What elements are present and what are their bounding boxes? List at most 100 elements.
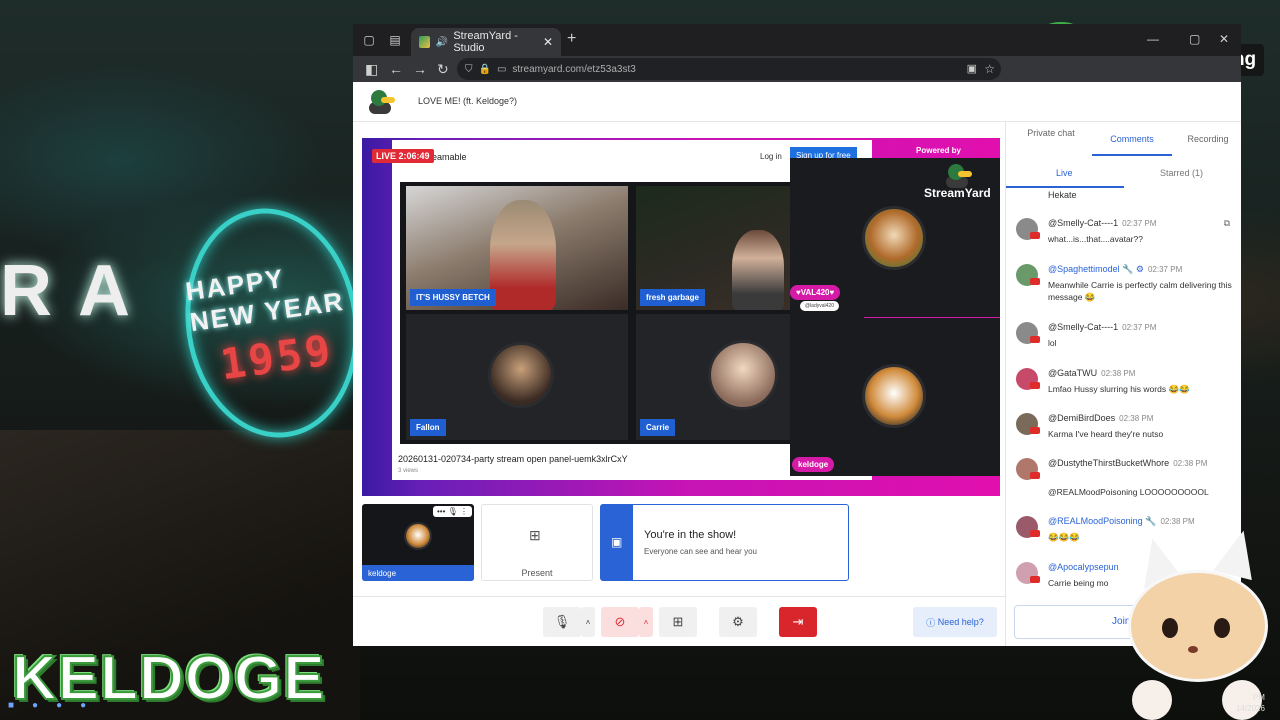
comment-time: 02:37 PM: [1122, 219, 1157, 228]
camera-active-icon: ▭: [496, 63, 507, 75]
taskbar-icons[interactable]: ■●●●: [8, 700, 104, 711]
studio-controls: 🎙 ˄ ⊘ ˄ ⊞ ⚙ ⇥ ⓘ Need help?: [353, 596, 1005, 646]
neon-sign: HAPPY NEW YEAR 1959: [170, 197, 374, 449]
stream-title: LOVE ME! (ft. Keldoge?): [418, 96, 518, 106]
cat-paw-left: [1132, 680, 1172, 720]
tab-recording[interactable]: Recording: [1178, 134, 1238, 144]
streamyard-duck-icon: [946, 164, 972, 188]
in-show-subtitle: Everyone can see and hear you: [644, 547, 757, 556]
comment-author: @Apocalypsepun: [1048, 562, 1119, 572]
url-text: streamyard.com/etz53a3st3: [512, 63, 636, 75]
video-tile-hussy: IT'S HUSSY BETCH: [406, 186, 628, 310]
speaker-icon[interactable]: 🔊: [436, 37, 448, 48]
val-avatar: [862, 206, 926, 270]
address-bar[interactable]: ⛉ 🔒 ▭ streamyard.com/etz53a3st3 ▣ ☆: [457, 58, 1001, 80]
settings-gear-button[interactable]: ⚙: [719, 607, 757, 637]
back-icon[interactable]: ←: [389, 61, 403, 77]
browser-toolbar: ◧ ← → ↻ ⛉ 🔒 ▭ streamyard.com/etz53a3st3 …: [353, 56, 1241, 82]
maximize-icon[interactable]: ▢: [1189, 32, 1200, 46]
comment-message: what...is...that....avatar??: [1048, 234, 1143, 244]
reader-icon[interactable]: ▣: [967, 62, 977, 75]
mic-icon[interactable]: 🎙: [448, 507, 458, 516]
comment-message: @REALMoodPoisoning LOOOOOOOOOL: [1048, 487, 1209, 497]
tile-label: Carrie: [640, 419, 676, 436]
leave-studio-button[interactable]: ⇥: [779, 607, 817, 637]
workspaces-icon[interactable]: ▢: [361, 32, 377, 48]
studio-header: LOVE ME! (ft. Keldoge?): [353, 82, 1241, 122]
comment-author: @DemiBirdDoes: [1048, 413, 1116, 423]
comment-message: Meanwhile Carrie is perfectly calm deliv…: [1048, 280, 1232, 302]
tab-private-chat[interactable]: Private chat: [1026, 128, 1076, 138]
tab-search-icon[interactable]: ▤: [387, 32, 403, 48]
sidebar-toggle-icon[interactable]: ◧: [365, 61, 378, 78]
in-show-notice: ▣ You're in the show! Everyone can see a…: [600, 504, 849, 581]
video-tile-fallon: Fallon: [406, 314, 628, 440]
broadcast-stage: eamable Log in Sign up for free IT'S HUS…: [362, 138, 1000, 496]
comment-time: 02:38 PM: [1101, 369, 1136, 378]
reload-icon[interactable]: ↻: [437, 61, 449, 78]
person-silhouette: [490, 200, 556, 310]
share-screen-button[interactable]: ⊞: [659, 607, 697, 637]
mic-button[interactable]: 🎙: [543, 607, 581, 637]
more-options-icon[interactable]: ⋮: [460, 507, 468, 516]
close-tab-icon[interactable]: ✕: [543, 35, 553, 49]
cat-head: [1128, 570, 1268, 682]
tab-comments[interactable]: Comments: [1102, 134, 1162, 144]
tab-streamyard[interactable]: 🔊 StreamYard - Studio ✕: [411, 28, 561, 56]
self-name: keldoge: [362, 565, 474, 581]
cat-nose: [1188, 646, 1198, 653]
streamyard-logo-icon[interactable]: [369, 90, 395, 114]
logo-beak: [381, 97, 395, 103]
youtube-icon: [1030, 427, 1040, 434]
subtab-live[interactable]: Live: [1056, 168, 1073, 178]
cat-eye-left: [1162, 618, 1178, 638]
person-card-icon: ▣: [611, 535, 623, 549]
self-preview-tile[interactable]: ••• 🎙 ⋮ keldoge: [362, 504, 474, 581]
neon-sign-line2: 1959: [217, 324, 337, 389]
partial-comment: Hekate: [1048, 190, 1077, 200]
comment-time: 02:38 PM: [1173, 459, 1208, 468]
minimize-icon[interactable]: —: [1147, 32, 1159, 46]
video-tile-carrie: Carrie: [636, 314, 794, 440]
clock-time: PM: [1252, 693, 1265, 702]
inner-login: Log in: [760, 152, 782, 161]
forward-icon[interactable]: →: [413, 61, 427, 77]
self-avatar: [404, 522, 432, 550]
powered-by-label: Powered by: [916, 146, 961, 155]
video-tile-fresh-garbage: fresh garbage: [636, 186, 794, 310]
feature-comment-icon[interactable]: ⧉: [1224, 218, 1230, 229]
val-name-tag: ♥VAL420♥: [790, 285, 841, 300]
keldoge-avatar: [862, 364, 926, 428]
mic-options-chevron-icon[interactable]: ˄: [581, 607, 595, 637]
bookmark-star-icon[interactable]: ☆: [984, 62, 995, 76]
streamyard-brand: StreamYard: [924, 186, 991, 200]
need-help-button[interactable]: ⓘ Need help?: [913, 607, 997, 637]
video-views: 3 views: [398, 468, 419, 474]
comment-author: @REALMoodPoisoning: [1048, 516, 1143, 526]
tile-label: IT'S HUSSY BETCH: [410, 289, 496, 306]
camera-options-chevron-icon[interactable]: ˄: [639, 607, 653, 637]
tile-label: fresh garbage: [640, 289, 705, 306]
new-tab-button[interactable]: +: [567, 30, 576, 48]
duck-beak: [958, 171, 972, 177]
lock-icon: 🔒: [478, 63, 491, 75]
notice-icon-bar: ▣: [601, 505, 633, 580]
subtab-starred[interactable]: Starred (1): [1160, 168, 1203, 178]
comment-author: @Smelly-Cat----1: [1048, 322, 1119, 332]
tile-controls[interactable]: ••• 🎙 ⋮: [432, 506, 472, 517]
audio-level-icon: •••: [436, 507, 446, 516]
camera-off-button[interactable]: ⊘: [601, 607, 639, 637]
moderator-wrench-icon: 🔧 ⚙: [1122, 264, 1144, 274]
video-title: 20260131-020734-party stream open panel-…: [398, 454, 628, 464]
close-window-icon[interactable]: ✕: [1219, 32, 1229, 46]
youtube-icon: [1030, 232, 1040, 239]
active-subtab-indicator: [1006, 186, 1124, 188]
inner-brand: eamable: [432, 152, 467, 162]
present-screen-icon: ⊞: [529, 527, 541, 543]
in-show-title: You're in the show!: [644, 529, 737, 541]
comment-time: 02:37 PM: [1147, 265, 1183, 274]
comment-message: Lmfao Hussy slurring his words 😂😂: [1048, 384, 1190, 394]
comment-author: @Smelly-Cat----1: [1048, 218, 1119, 228]
present-button[interactable]: ⊞ Present: [481, 504, 593, 581]
need-help-label: Need help?: [937, 617, 984, 627]
